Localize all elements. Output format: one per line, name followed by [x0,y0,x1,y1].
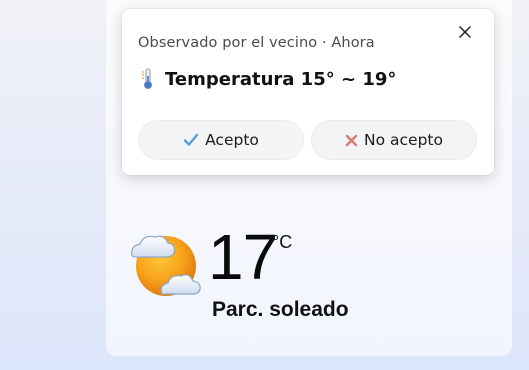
partly-sunny-icon [131,235,201,296]
weather-condition: Parc. soleado [212,298,349,321]
temperature-value: 17 [208,221,278,293]
close-button[interactable] [456,23,474,41]
checkmark-icon [183,133,199,147]
reject-button[interactable]: No acepto [311,120,477,160]
accept-label: Acepto [205,131,259,149]
thermometer-icon [142,68,153,90]
popup-title-row: Temperatura 15° ~ 19° [141,68,396,90]
accept-button[interactable]: Acepto [138,120,304,160]
temperature-unit: °C [272,232,293,252]
reject-label: No acepto [364,131,443,149]
popup-title: Temperatura 15° ~ 19° [165,68,397,90]
close-icon [459,26,471,38]
x-mark-icon [345,134,358,147]
neighbor-observation-popup: Observado por el vecino · Ahora Temperat… [122,9,494,175]
popup-subtitle: Observado por el vecino · Ahora [138,35,375,51]
